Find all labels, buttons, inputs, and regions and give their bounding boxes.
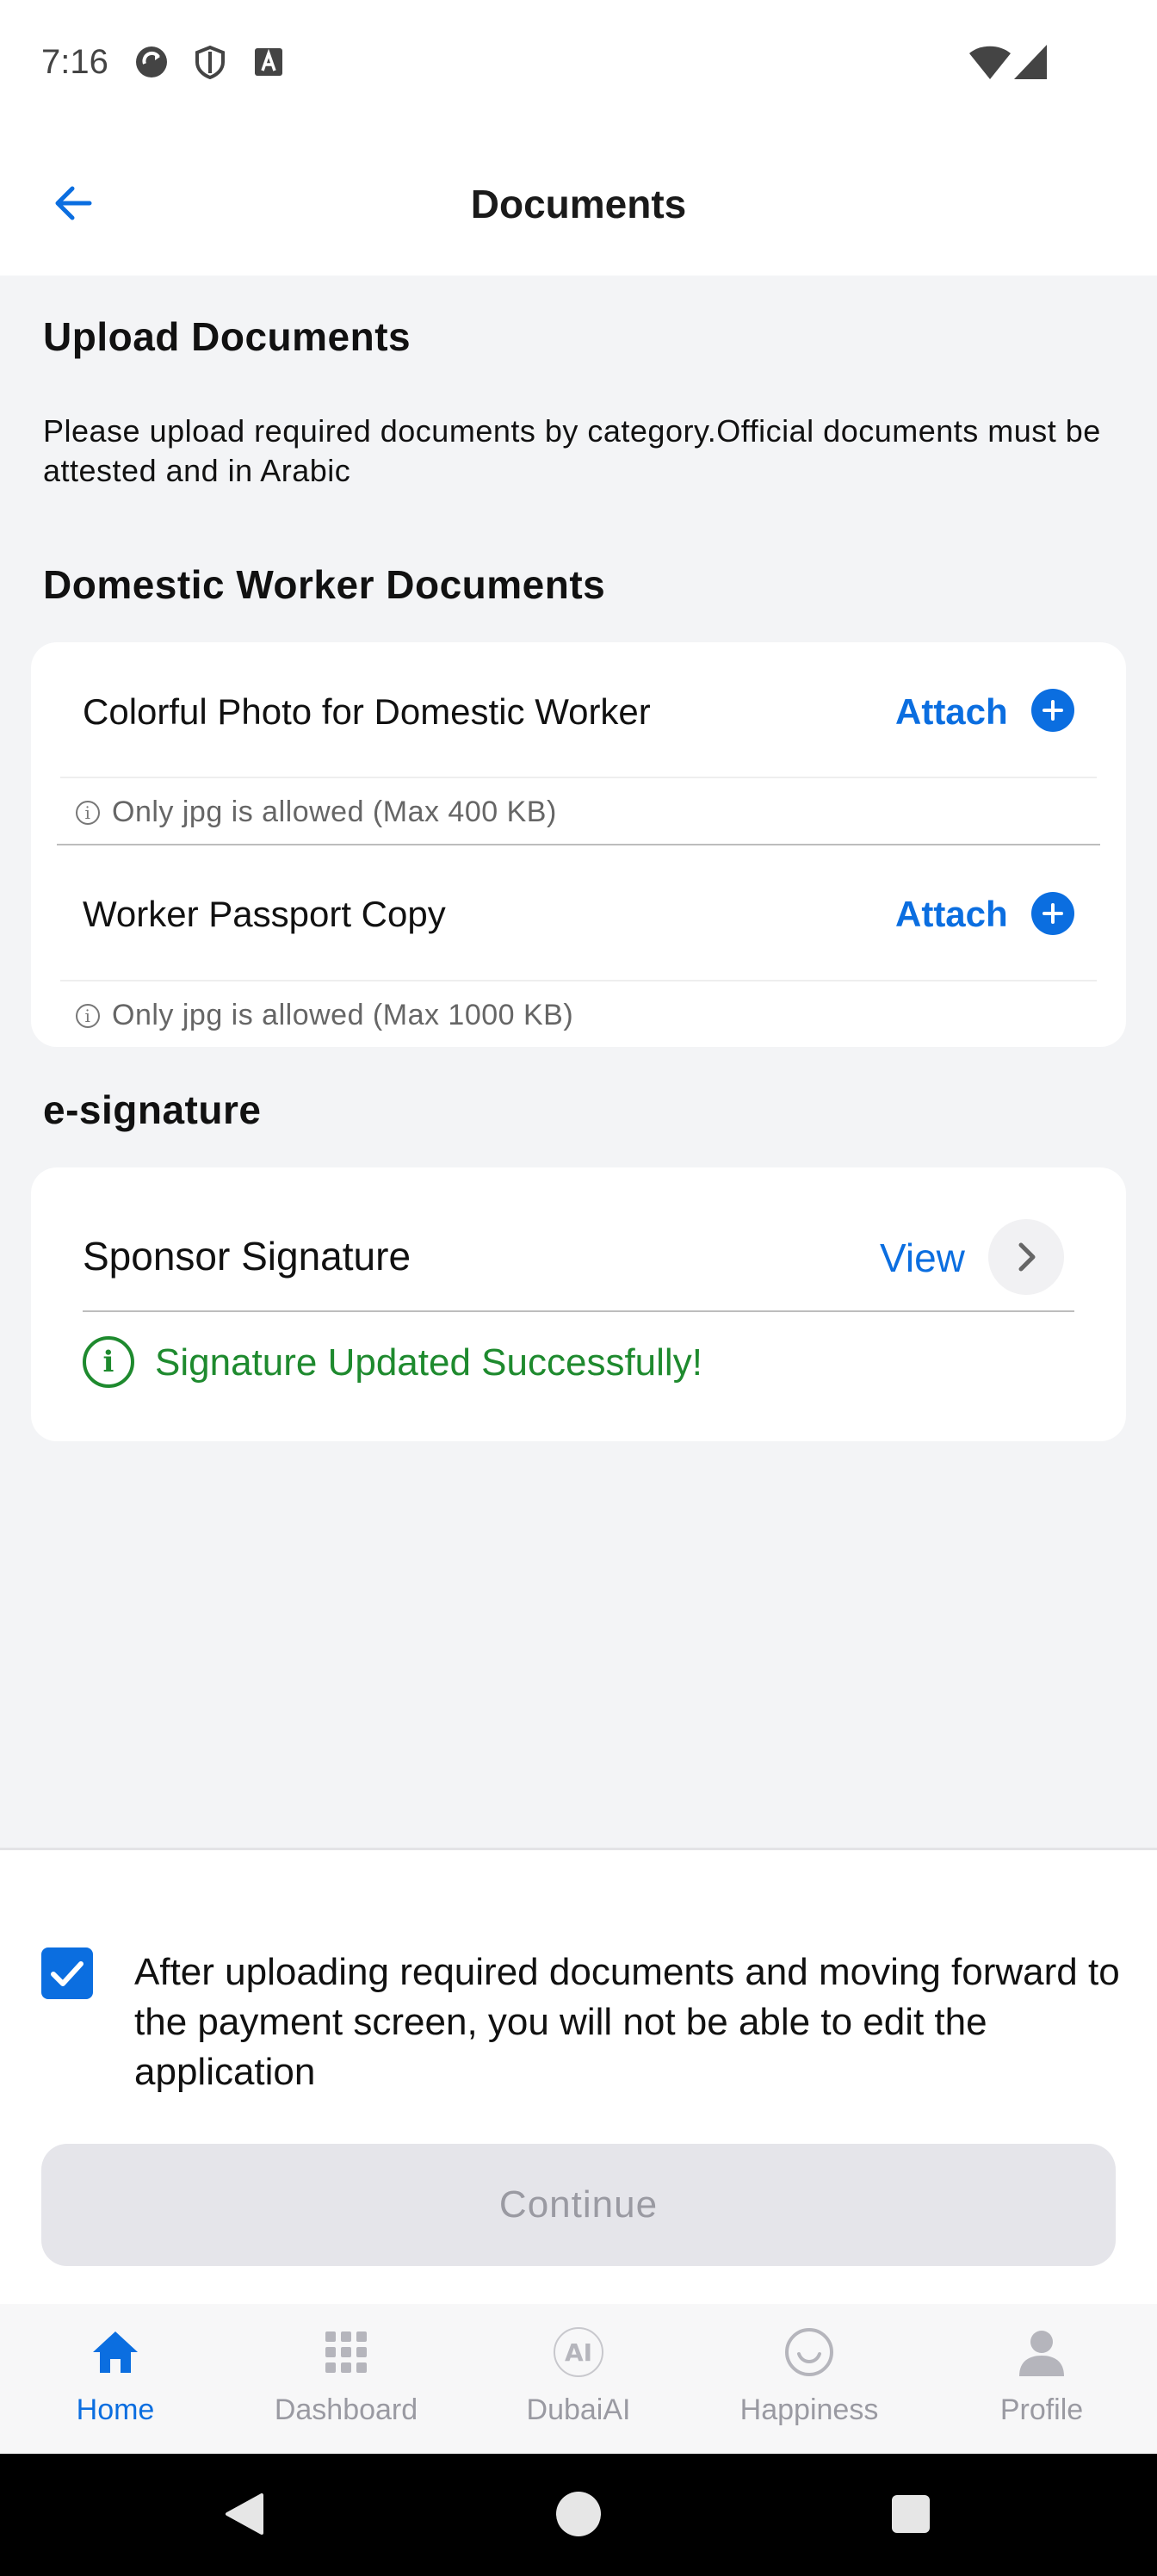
nav-item-dubaiai[interactable]: AI DubaiAI xyxy=(475,2325,682,2427)
translate-icon xyxy=(255,48,282,76)
upload-description: Please upload required documents by cate… xyxy=(43,413,1101,488)
signature-status: Signature Updated Successfully! xyxy=(155,1341,702,1384)
divider xyxy=(83,1310,1074,1312)
document-label-passport: Worker Passport Copy xyxy=(83,894,446,934)
view-signature-chevron[interactable] xyxy=(988,1219,1064,1295)
nav-item-dashboard[interactable]: Dashboard xyxy=(243,2325,449,2427)
view-signature-button[interactable]: View xyxy=(880,1235,965,1281)
nav-label-profile: Profile xyxy=(999,2393,1084,2426)
add-circle-icon[interactable] xyxy=(1031,689,1074,732)
passport-hint-text: Only jpg is allowed (Max 1000 KB) xyxy=(112,999,574,1031)
system-back-icon[interactable] xyxy=(220,2490,269,2538)
nav-item-profile[interactable]: Profile xyxy=(938,2325,1145,2427)
esignature-section-title: e-signature xyxy=(43,1087,262,1132)
nav-label-dubaiai: DubaiAI xyxy=(526,2393,631,2426)
status-time: 7:16 xyxy=(41,43,108,81)
divider xyxy=(60,980,1097,981)
photo-hint: i Only jpg is allowed (Max 400 KB) xyxy=(76,796,557,829)
home-icon xyxy=(93,2331,138,2373)
svg-text:AI: AI xyxy=(565,2338,592,2367)
checkmark-icon xyxy=(51,1961,84,1986)
smiley-icon xyxy=(785,2328,833,2376)
wifi-icon xyxy=(969,46,1011,79)
system-recents-icon[interactable] xyxy=(890,2493,931,2535)
chevron-right-icon xyxy=(1018,1242,1036,1272)
person-icon xyxy=(1019,2331,1064,2376)
page-title: Documents xyxy=(470,182,687,226)
divider xyxy=(60,777,1097,778)
nav-item-home[interactable]: Home xyxy=(12,2325,219,2427)
esignature-card xyxy=(31,1167,1126,1441)
domestic-section-title: Domestic Worker Documents xyxy=(43,562,606,607)
sync-icon xyxy=(136,46,167,77)
document-label-photo: Colorful Photo for Domestic Worker xyxy=(83,691,651,732)
continue-button[interactable]: Continue xyxy=(41,2144,1116,2266)
nav-label-home: Home xyxy=(76,2393,155,2426)
nav-label-dashboard: Dashboard xyxy=(274,2393,418,2426)
sponsor-signature-label: Sponsor Signature xyxy=(83,1234,411,1279)
consent-checkbox[interactable] xyxy=(41,1947,93,1999)
info-icon: i xyxy=(76,1004,100,1028)
nav-item-happiness[interactable]: Happiness xyxy=(706,2325,913,2427)
nav-label-happiness: Happiness xyxy=(739,2393,879,2426)
divider xyxy=(57,844,1100,845)
photo-hint-text: Only jpg is allowed (Max 400 KB) xyxy=(112,796,557,828)
grid-icon xyxy=(325,2331,367,2373)
attach-photo-button[interactable]: Attach xyxy=(895,691,1008,733)
add-circle-icon[interactable] xyxy=(1031,892,1074,935)
ai-icon: AI xyxy=(554,2327,603,2377)
passport-hint: i Only jpg is allowed (Max 1000 KB) xyxy=(76,999,573,1032)
success-info-icon: i xyxy=(83,1336,134,1388)
consent-text: After uploading required documents and m… xyxy=(134,1951,1120,2093)
signal-icon xyxy=(1014,45,1047,79)
upload-section-title: Upload Documents xyxy=(43,314,411,359)
system-home-icon[interactable] xyxy=(554,2490,603,2538)
attach-passport-button[interactable]: Attach xyxy=(895,894,1008,935)
shield-icon xyxy=(195,45,225,79)
info-icon: i xyxy=(76,801,100,825)
